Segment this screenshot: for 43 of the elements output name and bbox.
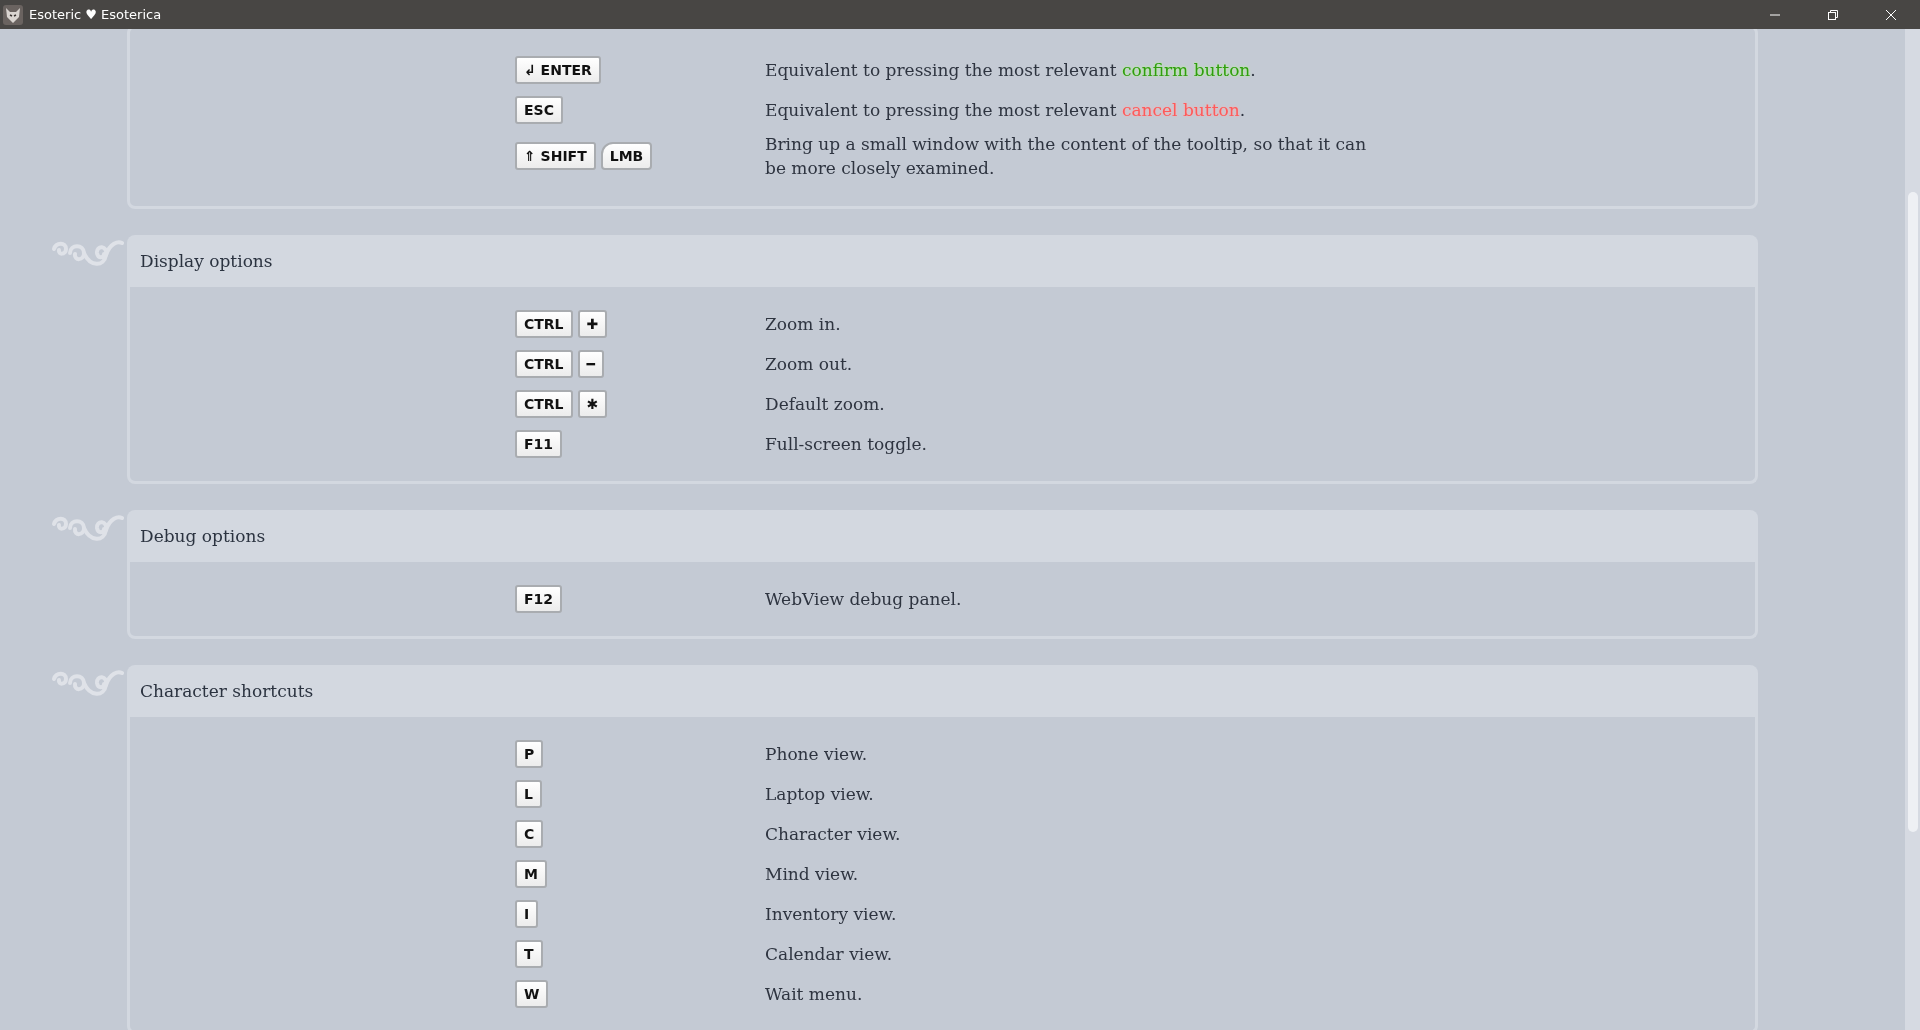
window-title: Esoteric ♥ Esoterica	[29, 7, 162, 22]
keyboard-key: CTRL	[515, 350, 573, 378]
shortcut-description: Default zoom.	[765, 393, 886, 416]
keyboard-key: M	[515, 860, 547, 888]
shortcut-description: WebView debug panel.	[765, 588, 963, 611]
section-title: Debug options	[140, 526, 266, 546]
shortcut-description: Equivalent to pressing the most relevant confirm button.	[765, 59, 1257, 82]
keyboard-key: I	[515, 900, 539, 928]
keyboard-key: ✱	[577, 390, 608, 418]
shortcut-description: Full-screen toggle.	[765, 433, 928, 456]
keyboard-key: T	[515, 940, 543, 968]
shortcut-description: Phone view.	[765, 743, 869, 766]
keyboard-key: ⇑ SHIFT	[515, 142, 596, 170]
restore-icon	[1827, 8, 1839, 21]
keyboard-key: L	[515, 780, 542, 808]
keyboard-key: F12	[515, 585, 563, 613]
shortcut-description: Zoom out.	[765, 353, 854, 376]
shortcut-description: Mind view.	[765, 863, 860, 886]
keyboard-key: ✚	[577, 310, 608, 338]
keyboard-key: CTRL	[515, 390, 573, 418]
section-title: Display options	[140, 251, 273, 271]
scrollbar-thumb[interactable]	[1908, 192, 1918, 832]
keyboard-key: P	[515, 740, 544, 768]
shortcut-description: Inventory view.	[765, 903, 898, 926]
shortcut-description: Character view.	[765, 823, 902, 846]
keyboard-key: LMB	[600, 142, 653, 170]
keyboard-key: C	[515, 820, 544, 848]
shortcut-description: Wait menu.	[765, 983, 864, 1006]
keyboard-key: ↲ ENTER	[515, 56, 601, 84]
shortcut-description: Zoom in.	[765, 313, 842, 336]
keyboard-key: F11	[515, 430, 563, 458]
shortcut-description: Laptop view.	[765, 783, 875, 806]
shortcut-description: Bring up a small window with the content of the tooltip, so that it can be more closely examined.	[765, 133, 1368, 180]
section-title: Character shortcuts	[140, 681, 314, 701]
close-icon	[1885, 8, 1897, 21]
scrollbar[interactable]	[1905, 29, 1920, 1030]
shortcut-description: Equivalent to pressing the most relevant cancel button.	[765, 99, 1247, 122]
keyboard-key: CTRL	[515, 310, 573, 338]
keyboard-key: ━	[577, 350, 604, 378]
wolf-head-icon	[3, 4, 23, 25]
shortcut-description: Calendar view.	[765, 943, 894, 966]
keyboard-key: ESC	[515, 96, 563, 124]
keyboard-key: W	[515, 980, 549, 1008]
